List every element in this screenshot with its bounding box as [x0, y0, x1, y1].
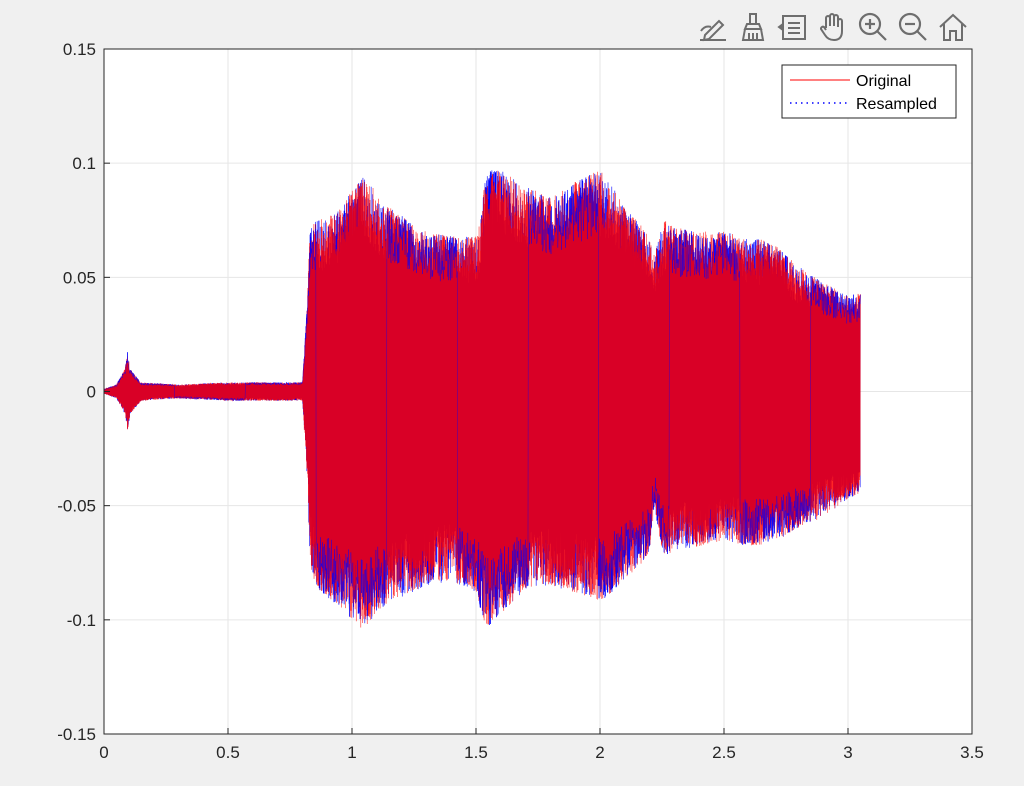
x-tick-label: 1.5: [464, 743, 488, 762]
y-tick-label: 0.05: [63, 268, 96, 287]
x-tick-label: 3.5: [960, 743, 984, 762]
x-tick-label: 1: [347, 743, 356, 762]
y-tick-label: -0.1: [67, 611, 96, 630]
y-tick-label: 0: [87, 383, 96, 402]
x-tick-label: 2: [595, 743, 604, 762]
y-tick-label: 0.1: [72, 154, 96, 173]
x-tick-label: 0: [99, 743, 108, 762]
y-tick-label: -0.05: [57, 497, 96, 516]
figure-window: 0 0.5 1 1.5 2 2.5 3 3.5 0.15 0.1 0.05 0 -0.05 -0.1 -0…: [0, 0, 1024, 786]
y-tick-label: 0.15: [63, 40, 96, 59]
x-tick-label: 2.5: [712, 743, 736, 762]
legend[interactable]: Original Resampled: [781, 64, 957, 119]
legend-resampled-label: Resampled: [856, 96, 937, 113]
plot-area[interactable]: 0 0.5 1 1.5 2 2.5 3 3.5 0.15 0.1 0.05 0 -0.05 -0.1 -0…: [0, 0, 1024, 786]
x-tick-label: 0.5: [216, 743, 240, 762]
x-tick-label: 3: [843, 743, 852, 762]
y-tick-label: -0.15: [57, 725, 96, 744]
y-axis: 0.15 0.1 0.05 0 -0.05 -0.1 -0.15: [57, 40, 110, 744]
legend-original-label: Original: [856, 73, 911, 90]
